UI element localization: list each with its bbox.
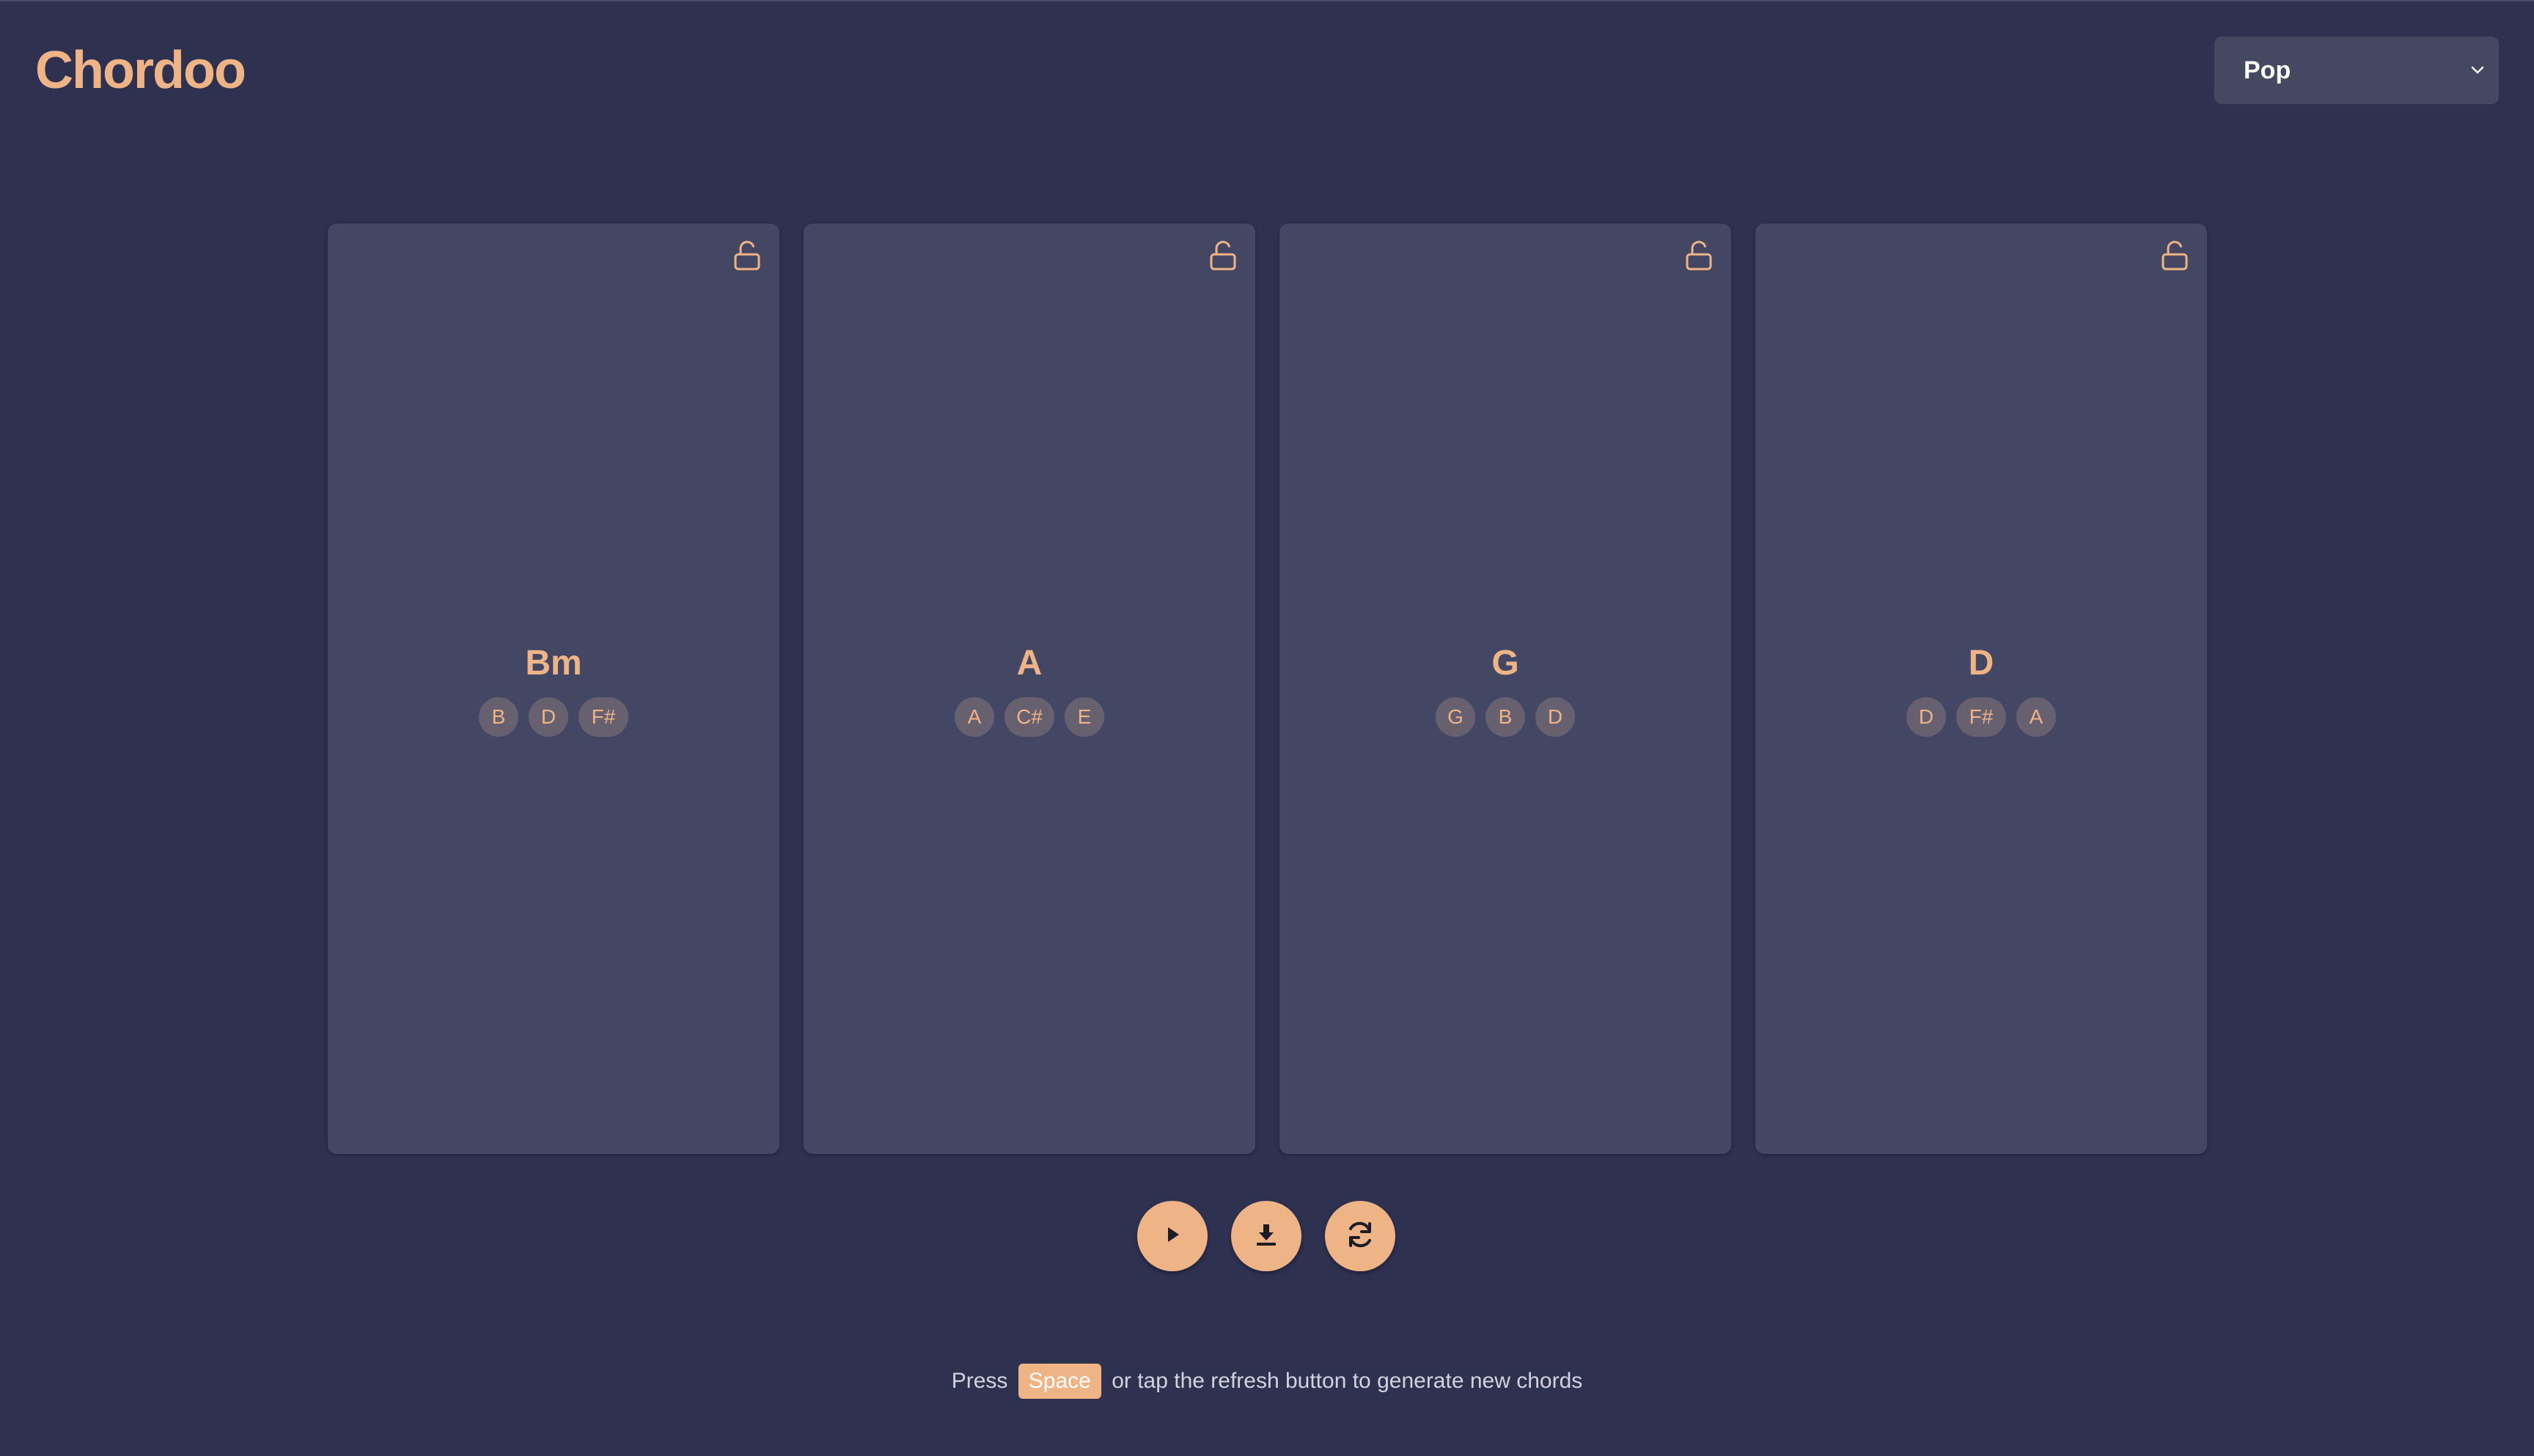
note-badge: A [2016,697,2056,737]
chord-card[interactable]: A A C# E [804,224,1255,1154]
refresh-button[interactable] [1325,1201,1395,1271]
unlock-icon[interactable] [2160,240,2189,272]
note-badge: G [1436,697,1475,737]
note-badge: F# [1956,697,2006,737]
note-badge: E [1065,697,1104,737]
refresh-icon [1343,1217,1378,1256]
chord-card[interactable]: Bm B D F# [328,224,779,1154]
play-button[interactable] [1137,1201,1208,1271]
chevron-down-icon [2467,59,2489,81]
space-key-badge: Space [1018,1364,1101,1399]
chord-name: D [1968,644,1994,683]
chord-card[interactable]: D D F# A [1755,224,2207,1154]
download-button[interactable] [1231,1201,1301,1271]
chord-notes: A C# E [955,697,1104,737]
chord-notes: B D F# [479,697,628,737]
note-badge: B [1485,697,1525,737]
note-badge: D [529,697,568,737]
hint-text-before: Press [951,1369,1008,1393]
note-badge: B [479,697,518,737]
keyboard-hint: Press Space or tap the refresh button to… [0,1364,2534,1399]
chord-notes: G B D [1436,697,1575,737]
hint-text-after: or tap the refresh button to generate ne… [1112,1369,1583,1393]
unlock-icon[interactable] [1684,240,1714,272]
note-badge: D [1906,697,1946,737]
playback-controls [1137,1201,1395,1271]
note-badge: F# [579,697,628,737]
note-badge: D [1535,697,1575,737]
note-badge: A [955,697,994,737]
chord-name: Bm [525,644,582,683]
unlock-icon[interactable] [732,240,762,272]
chord-card[interactable]: G G B D [1279,224,1731,1154]
download-icon [1253,1221,1279,1251]
app-logo[interactable]: Chordoo [35,38,246,103]
unlock-icon[interactable] [1208,240,1238,272]
genre-select-value: Pop [2244,56,2291,84]
chord-cards: Bm B D F# A A C# E G G B D D D F# A [328,224,2207,1154]
chord-name: G [1491,644,1519,683]
note-badge: C# [1005,697,1054,737]
genre-select[interactable]: Pop [2214,37,2499,104]
chord-name: A [1016,644,1043,683]
top-border [0,0,2534,1]
play-icon [1161,1223,1184,1250]
chord-notes: D F# A [1906,697,2056,737]
